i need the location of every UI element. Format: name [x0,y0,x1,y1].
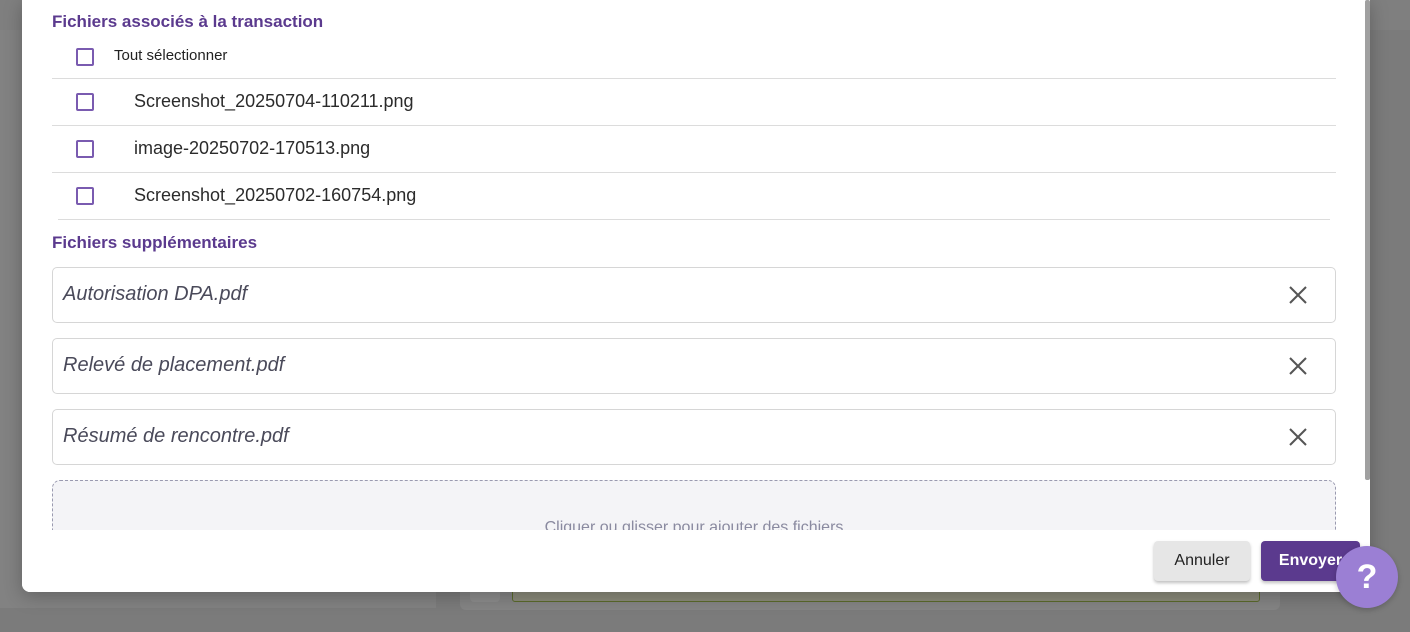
row-divider [52,125,1336,126]
extra-file-item: Autorisation DPA.pdf [52,267,1336,323]
modal-scroll-area: Fichiers associés à la transaction Tout … [22,0,1370,530]
extra-file-item: Relevé de placement.pdf [52,338,1336,394]
file-dropzone[interactable]: Cliquer ou glisser pour ajouter des fich… [52,480,1336,530]
select-all-label: Tout sélectionner [114,47,228,64]
close-icon[interactable] [1285,282,1311,308]
extra-file-name: Résumé de rencontre.pdf [63,425,289,447]
file-checkbox-3[interactable] [76,187,94,205]
file-name: Screenshot_20250702-160754.png [134,185,417,205]
send-files-modal: Fichiers associés à la transaction Tout … [22,0,1370,592]
row-divider [52,172,1336,173]
close-icon[interactable] [1285,424,1311,450]
extra-file-name: Autorisation DPA.pdf [63,283,248,305]
close-icon[interactable] [1285,353,1311,379]
file-name: Screenshot_20250704-110211.png [134,91,414,111]
extra-file-item: Résumé de rencontre.pdf [52,409,1336,465]
row-divider [58,219,1330,220]
dropzone-text: Cliquer ou glisser pour ajouter des fich… [544,519,844,530]
row-divider [52,78,1336,79]
cancel-button[interactable]: Annuler [1154,541,1250,581]
scrollbar-thumb[interactable] [1365,0,1370,480]
extra-files-title: Fichiers supplémentaires [52,233,258,252]
linked-files-title: Fichiers associés à la transaction [52,12,324,31]
select-all-checkbox[interactable] [76,48,94,66]
file-name: image-20250702-170513.png [134,138,371,158]
extra-file-name: Relevé de placement.pdf [63,354,285,376]
help-button[interactable]: ? [1336,546,1398,608]
file-checkbox-2[interactable] [76,140,94,158]
modal-footer: Annuler Envoyer [22,530,1370,592]
scrollbar-track[interactable] [1364,0,1370,480]
file-checkbox-1[interactable] [76,93,94,111]
